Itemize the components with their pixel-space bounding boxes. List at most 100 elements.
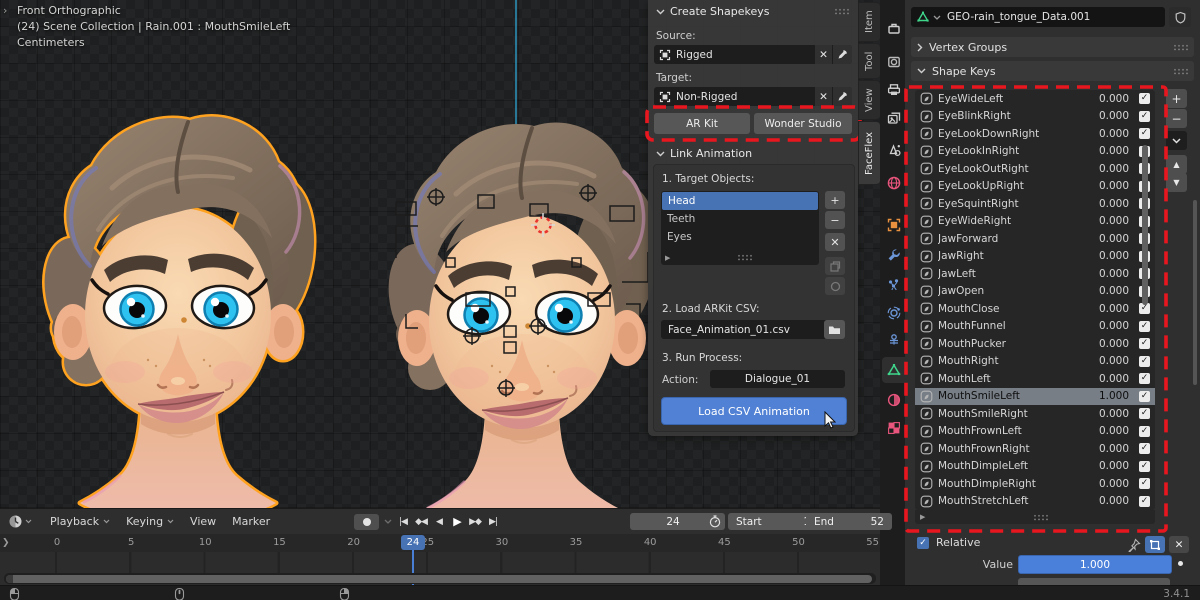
properties-tab-tool-icon[interactable] <box>882 15 905 41</box>
properties-tab-object-icon[interactable] <box>882 212 905 238</box>
timeline-menus: Playback Keying View Marker <box>50 515 270 528</box>
clear-value-button[interactable]: ✕ <box>1169 536 1189 553</box>
keyframe-dot[interactable] <box>1178 561 1183 566</box>
ruler-tick-label: 15 <box>273 537 286 548</box>
duplicate-icon[interactable] <box>825 257 845 275</box>
link-animation-header[interactable]: Link Animation <box>656 147 752 160</box>
timeline-menu-playback[interactable]: Playback <box>50 515 110 528</box>
timeline-scrollbar-track[interactable] <box>4 573 876 584</box>
properties-tab-material-icon[interactable] <box>882 387 905 413</box>
csv-file-field[interactable]: Face_Animation_01.csv <box>661 320 828 339</box>
target-object-row[interactable]: Head <box>662 192 818 210</box>
target-object-row[interactable]: Eyes <box>661 228 819 246</box>
current-frame-badge[interactable]: 24 <box>401 535 425 550</box>
datablock-name-field[interactable]: GEO-rain_tongue_Data.001 <box>911 7 1165 27</box>
source-label: Source: <box>656 30 696 42</box>
jump-to-start-button[interactable]: |◀ <box>394 514 412 530</box>
sidebar-tab-tool[interactable]: Tool <box>858 43 880 79</box>
faceflex-panel: Create Shapekeys Source: Rigged ✕ Target… <box>648 0 858 436</box>
chevron-down-icon[interactable] <box>384 519 392 524</box>
middle-mouse-icon <box>173 587 186 600</box>
panel-drag-grip[interactable] <box>834 8 849 15</box>
create-shapekeys-header[interactable]: Create Shapekeys <box>656 5 769 18</box>
chevron-down-icon[interactable] <box>933 15 941 20</box>
end-frame-field[interactable]: End52 <box>806 513 892 530</box>
chevron-right-icon <box>917 43 923 52</box>
properties-tab-world-icon[interactable] <box>882 170 905 196</box>
vertex-groups-header[interactable]: Vertex Groups <box>911 37 1194 57</box>
shape-keys-header[interactable]: Shape Keys <box>911 61 1194 81</box>
status-bar: 3.4.1 <box>0 585 1200 600</box>
sidebar-tab-item[interactable]: Item <box>858 2 880 42</box>
chevron-down-icon <box>656 9 665 15</box>
list-footer[interactable]: ▶ <box>661 251 819 264</box>
play-button[interactable]: ▶ <box>448 514 466 530</box>
timeline-menu-marker[interactable]: Marker <box>232 515 270 528</box>
action-field[interactable]: Dialogue_01 <box>710 370 845 388</box>
properties-tab-constraints-icon[interactable] <box>882 327 905 353</box>
ruler-tick-label: 20 <box>347 537 360 548</box>
scrollbar-left-cap[interactable] <box>6 575 13 583</box>
remove-object-button[interactable]: − <box>825 211 845 229</box>
circle-icon[interactable] <box>825 277 845 295</box>
mesh-object-icon <box>659 49 671 61</box>
list-expand-arrow[interactable]: ▶ <box>665 254 670 262</box>
next-keyframe-button[interactable]: ▶◆ <box>466 514 484 530</box>
timeline-scrollbar-thumb[interactable] <box>6 575 872 583</box>
eyedropper-icon[interactable] <box>833 45 852 64</box>
pin-icon[interactable] <box>1127 538 1141 552</box>
timeline-menu-keying[interactable]: Keying <box>126 515 174 528</box>
timeline-ruler[interactable]: 0510152025303540455055 <box>0 534 880 552</box>
clock-icon <box>8 514 23 529</box>
panel-drag-grip[interactable] <box>1173 68 1188 75</box>
properties-tab-particles-icon[interactable] <box>882 272 905 298</box>
relative-label: Relative <box>936 536 980 549</box>
panel-drag-grip[interactable] <box>1173 44 1188 51</box>
right-mouse-icon <box>338 587 351 600</box>
properties-tab-physics-icon[interactable] <box>882 300 905 326</box>
properties-tab-view-layer-icon[interactable] <box>882 105 905 131</box>
stopwatch-icon[interactable] <box>704 513 725 530</box>
ruler-tick-label: 5 <box>128 537 134 548</box>
play-reverse-button[interactable]: ◀ <box>430 514 448 530</box>
properties-tab-output-icon[interactable] <box>882 77 905 103</box>
ruler-tick-label: 40 <box>644 537 657 548</box>
viewport-3d[interactable]: › Front Orthographic (24) Scene Collecti… <box>0 0 880 508</box>
properties-tab-modifiers-icon[interactable] <box>882 242 905 268</box>
sidebar-tab-view[interactable]: View <box>858 80 880 120</box>
relative-checkbox[interactable]: ✓ <box>917 537 929 549</box>
blender-version: 3.4.1 <box>1163 588 1190 600</box>
clear-source-button[interactable]: ✕ <box>815 45 832 64</box>
sidebar-tab-faceflex[interactable]: FaceFlex <box>858 121 880 185</box>
start-frame-field[interactable]: Start1 <box>728 513 818 530</box>
units-label: Centimeters <box>17 36 85 49</box>
view-name: Front Orthographic <box>17 4 121 17</box>
panel-scrollbar[interactable] <box>1193 200 1197 385</box>
timeline-menu-view[interactable]: View <box>190 515 216 528</box>
value-slider[interactable]: 1.000 <box>1018 555 1172 574</box>
ruler-tick-label: 55 <box>866 537 879 548</box>
sidebar-tab-strip: ItemToolViewFaceFlex <box>858 0 880 200</box>
region-toggle-arrow[interactable]: › <box>3 4 7 17</box>
add-object-button[interactable]: + <box>825 191 845 209</box>
target-label: Target: <box>656 72 692 84</box>
shapekey-edit-mode-button[interactable] <box>1145 536 1165 553</box>
properties-tab-scene-icon[interactable] <box>882 137 905 163</box>
target-object-row[interactable]: Teeth <box>661 210 819 228</box>
source-field[interactable]: Rigged ✕ <box>654 45 852 64</box>
properties-tab-object-data-icon[interactable] <box>882 357 905 383</box>
shield-fake-user-icon[interactable] <box>1169 7 1191 27</box>
auto-keying-record-button[interactable] <box>354 514 379 530</box>
folder-icon[interactable] <box>824 320 845 339</box>
playback-controls: |◀◆◀◀▶▶◆▶| <box>394 514 502 530</box>
prev-keyframe-button[interactable]: ◆◀ <box>412 514 430 530</box>
timeline-channels[interactable] <box>0 552 880 573</box>
properties-tab-texture-icon[interactable] <box>882 415 905 441</box>
region-toggle-arrow[interactable]: ❯ <box>2 538 10 548</box>
clear-objects-button[interactable]: ✕ <box>825 233 845 251</box>
properties-tab-render-icon[interactable] <box>882 49 905 75</box>
editor-type-button[interactable] <box>8 514 32 529</box>
load-csv-animation-button[interactable]: Load CSV Animation <box>661 397 847 425</box>
scene-breadcrumb: (24) Scene Collection | Rain.001 : Mouth… <box>17 20 290 33</box>
jump-to-end-button[interactable]: ▶| <box>484 514 502 530</box>
